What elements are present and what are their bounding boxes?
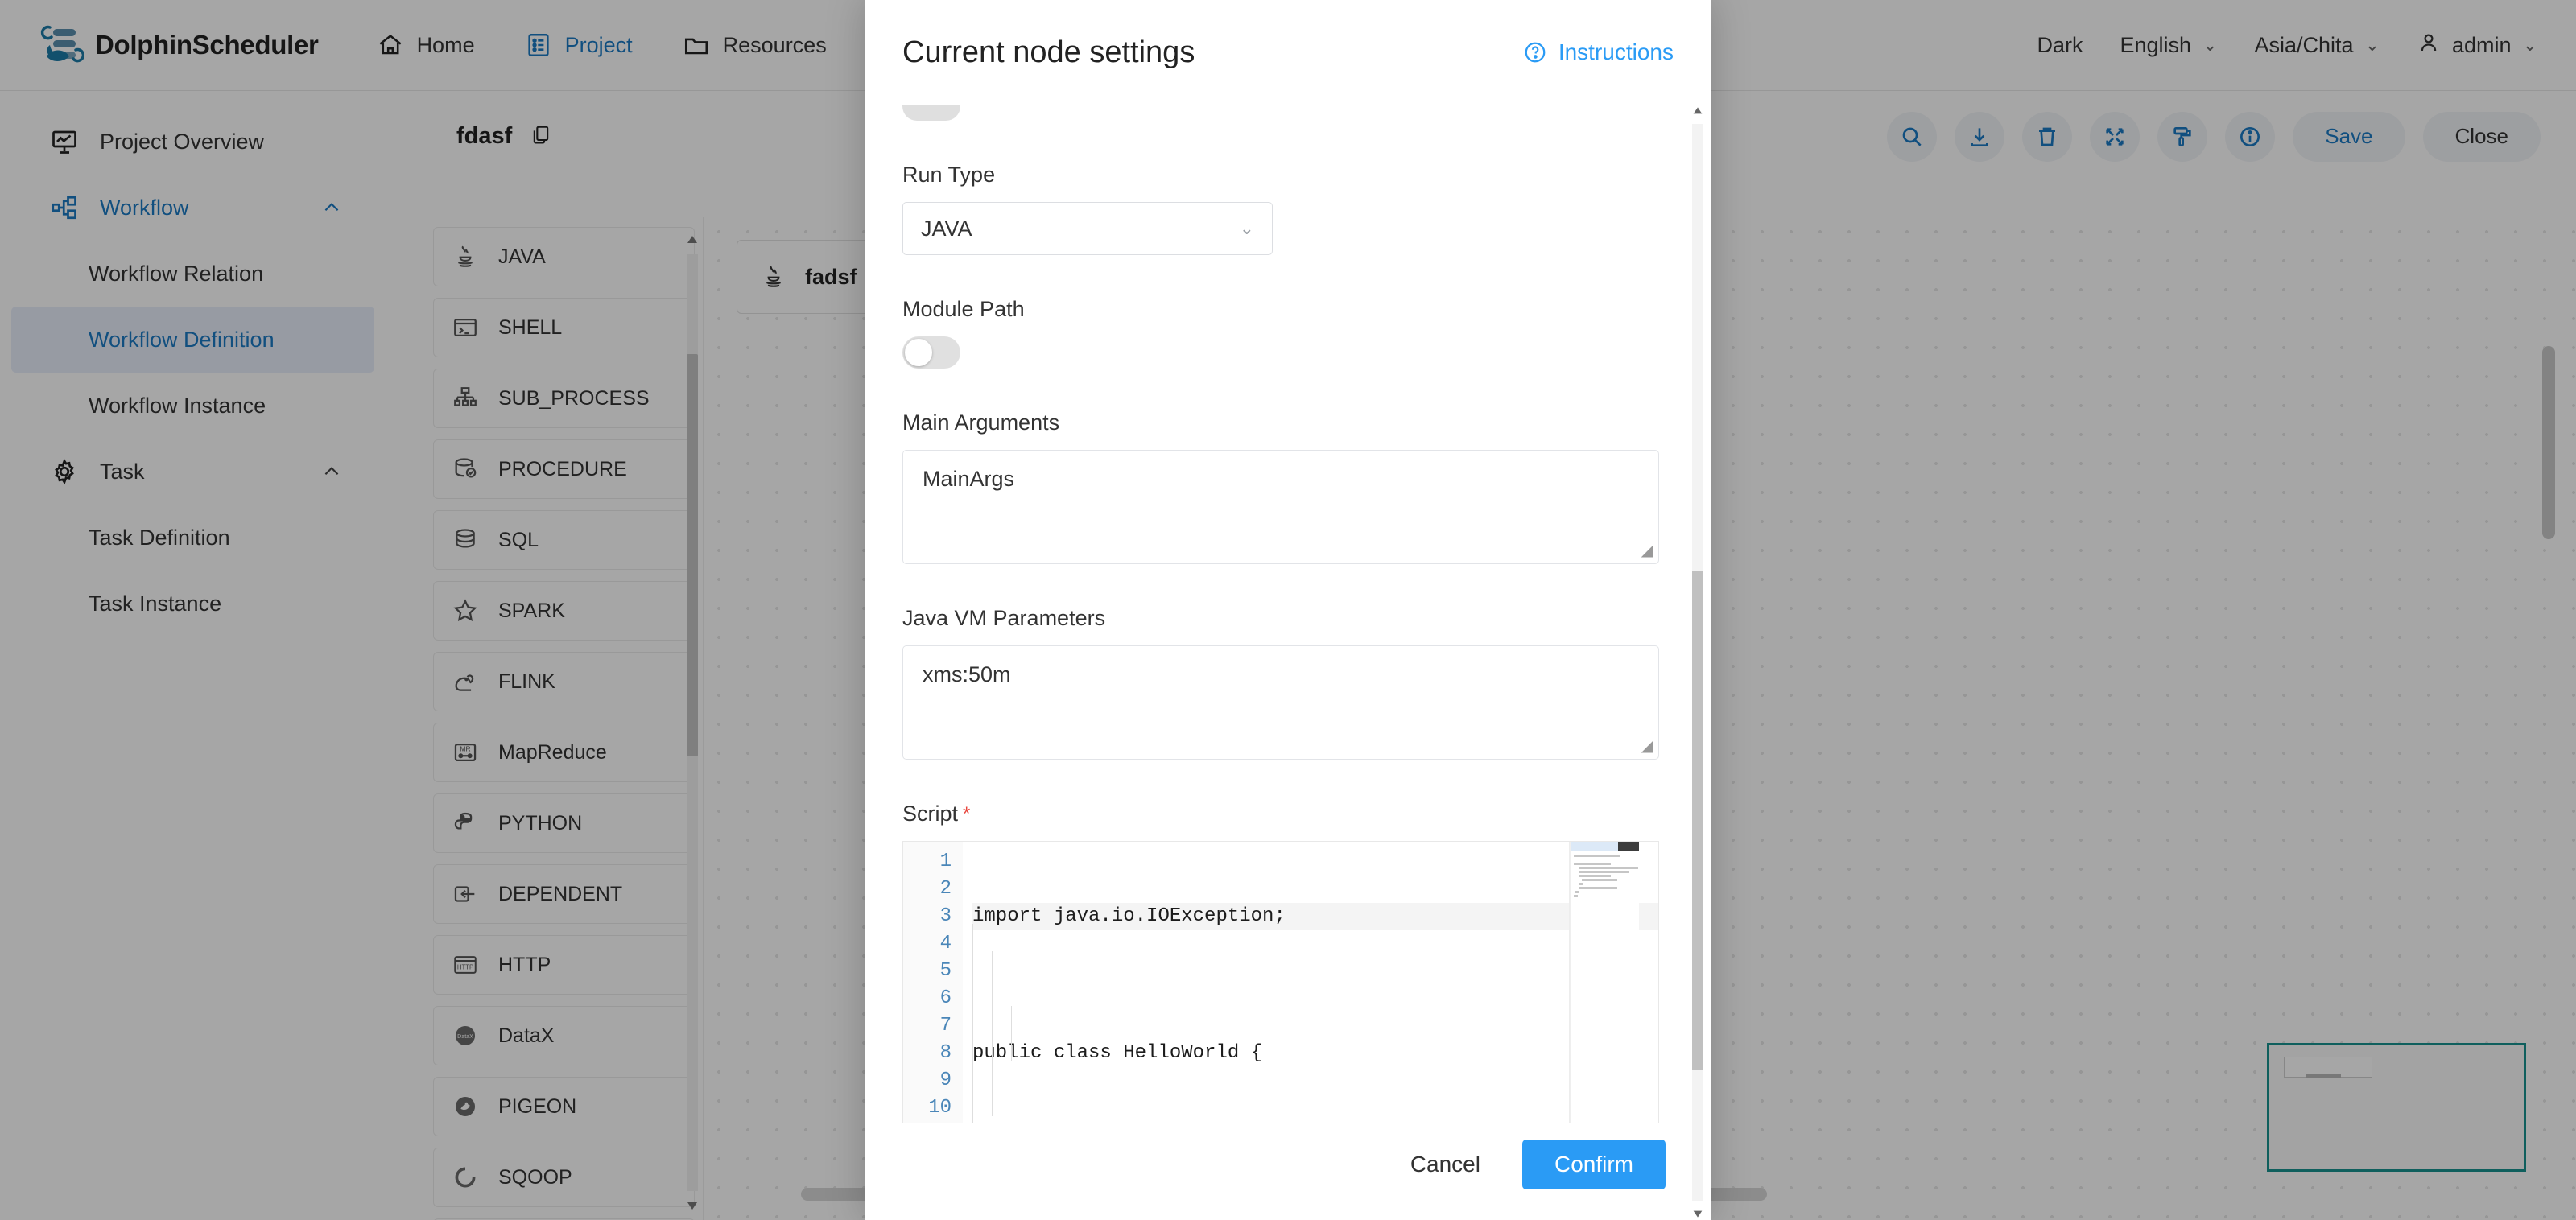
field-java-vm-parameters: Java VM Parameters xms:50m ◢ [902, 606, 1674, 760]
modal-title: Current node settings [902, 35, 1195, 70]
run-type-label: Run Type [902, 163, 1674, 188]
editor-minimap[interactable] [1570, 842, 1639, 1123]
question-circle-icon [1523, 40, 1547, 64]
run-type-select[interactable]: JAVA ⌄ [902, 202, 1273, 255]
main-arguments-value: MainArgs [923, 467, 1014, 491]
line-number: 6 [903, 985, 952, 1012]
minimap-line [1579, 867, 1638, 869]
line-number: 7 [903, 1012, 952, 1040]
module-path-label: Module Path [902, 297, 1674, 322]
field-module-path: Module Path [902, 297, 1674, 369]
minimap-line [1579, 875, 1611, 877]
modal-header: Current node settings Instructions [865, 0, 1711, 105]
confirm-button[interactable]: Confirm [1522, 1140, 1666, 1189]
line-number: 1 [903, 848, 952, 876]
minimap-line [1574, 863, 1611, 865]
minimap-line [1579, 871, 1629, 873]
minimap-line [1582, 879, 1617, 881]
module-path-toggle[interactable] [902, 336, 960, 369]
instructions-label: Instructions [1558, 39, 1674, 65]
toggle-knob [905, 339, 932, 366]
line-number: 8 [903, 1040, 952, 1067]
line-number: 9 [903, 1067, 952, 1094]
modal-scrollbar[interactable] [1691, 105, 1704, 1220]
partial-toggle-above[interactable] [902, 105, 960, 121]
field-run-type: Run Type JAVA ⌄ [902, 163, 1674, 255]
minimap-line [1575, 891, 1579, 893]
scroll-down-icon[interactable] [1691, 1207, 1704, 1220]
run-type-value: JAVA [921, 216, 972, 241]
script-label: Script * [902, 802, 1674, 826]
editor-code-area[interactable]: import java.io.IOException; public class… [963, 842, 1658, 1123]
line-number: 11 [903, 1122, 952, 1123]
scroll-up-icon[interactable] [1691, 105, 1704, 117]
minimap-line [1579, 887, 1617, 889]
chevron-down-icon: ⌄ [1240, 218, 1254, 239]
java-vm-parameters-input[interactable]: xms:50m ◢ [902, 645, 1659, 760]
minimap-line [1574, 855, 1620, 857]
main-arguments-label: Main Arguments [902, 410, 1674, 435]
line-number: 3 [903, 903, 952, 930]
java-vm-parameters-value: xms:50m [923, 662, 1011, 686]
minimap-line [1574, 895, 1578, 897]
java-vm-parameters-label: Java VM Parameters [902, 606, 1674, 631]
script-code-editor[interactable]: 1 2 3 4 5 6 7 8 9 10 11 12 import [902, 841, 1659, 1123]
field-script: Script * 1 2 3 4 5 6 7 8 9 10 11 [902, 802, 1674, 1123]
scrollbar-thumb[interactable] [1692, 571, 1703, 1070]
line-number: 2 [903, 876, 952, 903]
field-main-arguments: Main Arguments MainArgs ◢ [902, 410, 1674, 564]
main-arguments-input[interactable]: MainArgs ◢ [902, 450, 1659, 564]
editor-vertical-rule [1569, 842, 1570, 1123]
instructions-link[interactable]: Instructions [1523, 39, 1674, 65]
current-node-settings-modal: Current node settings Instructions Run T… [865, 0, 1711, 1220]
modal-footer: Cancel Confirm [865, 1123, 1711, 1220]
required-marker: * [963, 805, 970, 824]
resize-grip-icon[interactable]: ◢ [1641, 736, 1653, 756]
line-number: 5 [903, 958, 952, 985]
code-line: public static void main(String[] args) t… [972, 1122, 1658, 1123]
code-line: public class HelloWorld { [972, 1040, 1658, 1067]
code-line: import java.io.IOException; [972, 903, 1658, 930]
minimap-overview-ruler [1618, 842, 1639, 851]
line-number: 4 [903, 930, 952, 958]
resize-grip-icon[interactable]: ◢ [1641, 540, 1653, 560]
editor-line-numbers: 1 2 3 4 5 6 7 8 9 10 11 12 [903, 842, 963, 1123]
indent-guide [1011, 1006, 1012, 1061]
indent-guide [972, 924, 973, 1123]
indent-guide [992, 951, 993, 1116]
line-number: 10 [903, 1094, 952, 1122]
script-label-text: Script [902, 802, 958, 826]
minimap-line [1579, 883, 1583, 885]
modal-body: Run Type JAVA ⌄ Module Path Main Argumen… [865, 105, 1711, 1123]
cancel-button[interactable]: Cancel [1396, 1152, 1495, 1177]
